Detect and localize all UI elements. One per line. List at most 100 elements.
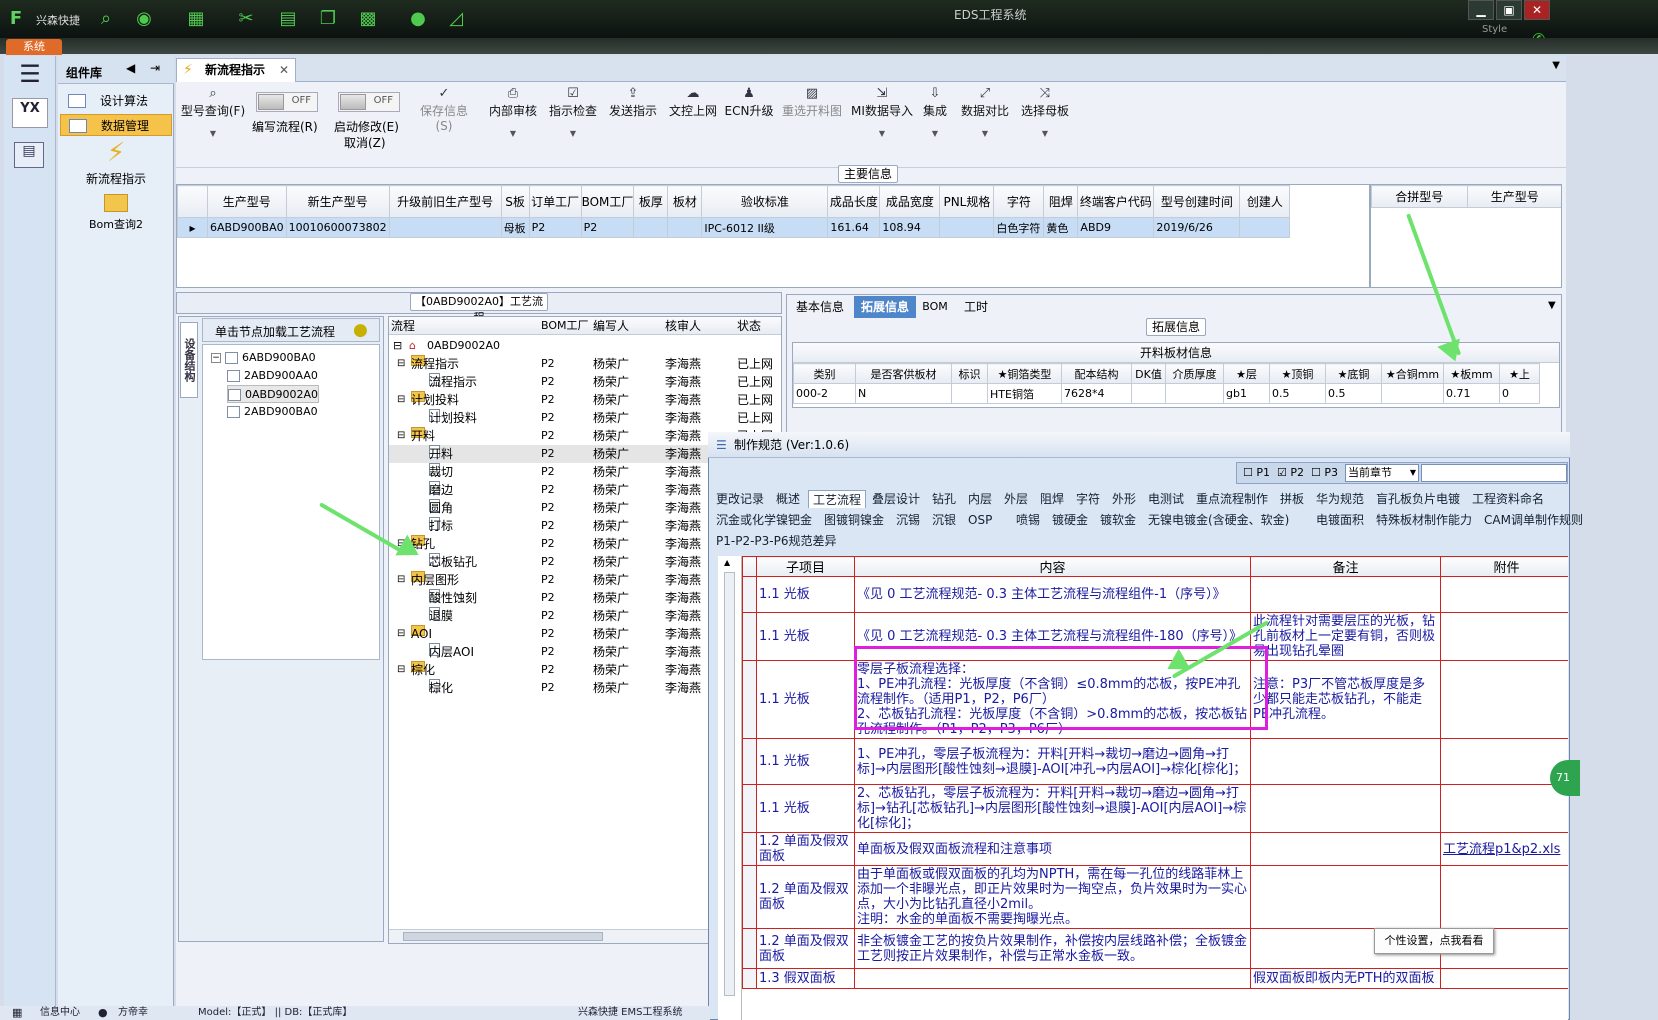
main-cell[interactable]: 黄色 — [1043, 217, 1079, 238]
send-instruction-button[interactable]: ⇪ 发送指示 — [606, 86, 660, 119]
spec-tab[interactable]: 特殊板材制作能力 — [1372, 511, 1476, 529]
pin-icon[interactable]: ⇥ — [150, 61, 160, 75]
spec-tab[interactable]: 内层 — [964, 490, 996, 508]
main-col-header[interactable]: 型号创建时间 — [1153, 185, 1241, 218]
main-cell[interactable]: P2 — [580, 217, 635, 238]
film-icon[interactable]: ▤ — [276, 6, 300, 30]
scroll-thumb[interactable] — [403, 932, 603, 941]
main-cell[interactable]: 母板 — [500, 217, 530, 238]
ext-col-header[interactable]: ★层 — [1223, 363, 1270, 384]
spec-tab[interactable]: 叠层设计 — [868, 490, 924, 508]
main-col-header[interactable]: S板 — [500, 185, 530, 218]
maximize-button[interactable]: ▣ — [1496, 0, 1522, 20]
collapse-icon[interactable]: ⊟ — [397, 661, 405, 679]
table-icon[interactable]: ▦ — [184, 6, 208, 30]
flow-row[interactable]: ⊟ 流程指示 P2 杨荣广 李海燕 已上网 — [389, 355, 781, 373]
spec-tab[interactable]: CAM调单制作规则 — [1480, 511, 1587, 529]
spec-row[interactable]: 1.1 光板 2、芯板钻孔，零层子板流程为：开料[开料→裁切→磨边→圆角→打标]→… — [742, 784, 1568, 833]
ext-col-header[interactable]: 标识 — [951, 363, 988, 384]
ext-cell[interactable]: 7628*4 — [1061, 383, 1132, 404]
tree-node-root[interactable]: − 6ABD900BA0 — [211, 349, 316, 367]
instruction-check-button[interactable]: ☑ 指示检查 ▼ — [546, 86, 600, 138]
spec-tab[interactable]: 拼板 — [1276, 490, 1308, 508]
new-flow-button[interactable]: ⚡ 新流程指示 — [58, 138, 174, 198]
collapse-icon[interactable]: − — [211, 353, 221, 363]
ext-col-header[interactable]: ★合铜mm — [1381, 363, 1444, 384]
tab-bom[interactable]: BOM — [920, 296, 950, 318]
main-col-header[interactable]: 成品宽度 — [879, 185, 941, 218]
spec-tab[interactable]: OSP — [964, 511, 996, 529]
spec-tab[interactable]: 阻焊 — [1036, 490, 1068, 508]
minimize-button[interactable]: ▁ — [1468, 0, 1494, 20]
ext-cell[interactable] — [951, 383, 988, 404]
spec-tab[interactable]: 沉锡 — [892, 511, 924, 529]
spec-row[interactable]: 1.1 光板 1、PE冲孔，零层子板流程为：开料[开料→裁切→磨边→圆角→打标]→… — [742, 738, 1568, 785]
spec-col-header[interactable]: 子项目 — [756, 556, 855, 577]
merge-col-header[interactable]: 生产型号 — [1466, 185, 1561, 208]
ext-col-header[interactable]: ★铜箔类型 — [987, 363, 1062, 384]
tree-node-selected[interactable]: 0ABD9002A0 — [227, 385, 320, 403]
doc-control-online-button[interactable]: ☁ 文控上网 — [666, 86, 720, 119]
ext-cell[interactable]: HTE铜箔 — [987, 383, 1062, 404]
spec-tab[interactable]: 华为规范 — [1312, 490, 1368, 508]
tree-node[interactable]: 2ABD900AA0 — [227, 367, 318, 385]
main-col-header[interactable]: 板材 — [667, 185, 703, 218]
main-col-header[interactable]: 成品长度 — [827, 185, 881, 218]
main-cell[interactable]: 白色字符 — [993, 217, 1045, 238]
collapse-icon[interactable]: ⊟ — [397, 571, 405, 589]
reselect-cutting-button[interactable]: ▨ 重选开料图 — [780, 86, 844, 119]
main-col-header[interactable]: PNL规格 — [939, 185, 995, 218]
scroll-up-icon[interactable]: ▲ — [724, 558, 730, 567]
spec-tab[interactable]: P1-P2-P3-P6规范差异 — [712, 532, 840, 550]
collapse-icon[interactable]: ⊟ — [397, 427, 405, 445]
spec-tab[interactable]: 工程资料命名 — [1468, 490, 1548, 508]
merge-col-header[interactable]: 合拼型号 — [1371, 185, 1468, 208]
spec-row[interactable]: 1.3 假双面板 假双面板即板内无PTH的双面板 — [742, 968, 1568, 989]
collapse-icon[interactable]: ⊟ — [397, 625, 405, 643]
main-col-header[interactable]: 板厚 — [633, 185, 669, 218]
tree-node[interactable]: 2ABD900BA0 — [227, 403, 318, 421]
main-col-header[interactable]: BOM工厂 — [580, 185, 635, 218]
spec-tab[interactable]: 沉银 — [928, 511, 960, 529]
ext-cell[interactable]: 0.5 — [1269, 383, 1326, 404]
comp-item-design-algorithm[interactable]: 设计算法 — [60, 90, 172, 112]
grid-icon[interactable]: ▩ — [356, 6, 380, 30]
main-cell[interactable]: 108.94 — [879, 217, 941, 238]
spec-tab[interactable]: 镀硬金 — [1048, 511, 1092, 529]
spec-tab[interactable]: 沉金或化学镍钯金 — [712, 511, 816, 529]
spec-tab[interactable]: 电测试 — [1144, 490, 1188, 508]
spec-tab[interactable]: 外形 — [1108, 490, 1140, 508]
chat-bubble-icon[interactable]: ● — [353, 320, 368, 340]
ext-col-header[interactable]: DK值 — [1131, 363, 1166, 384]
ext-cell[interactable]: 000-2 — [793, 383, 856, 404]
scope-select[interactable]: 当前章节 ▼ — [1345, 464, 1419, 482]
ext-cell[interactable] — [1131, 383, 1166, 404]
spec-row[interactable]: 1.2 单面及假双面板 由于单面板或假双面板的孔均为NPTH，需在每一孔位的线路菲… — [742, 865, 1568, 929]
info-center-label[interactable]: 信息中心 — [40, 1006, 80, 1020]
ext-cell[interactable]: 0.71 — [1443, 383, 1500, 404]
tab-new-flow[interactable]: ⚡ 新流程指示 ✕ — [176, 58, 296, 82]
main-cell[interactable]: P2 — [528, 217, 582, 238]
system-tab[interactable]: 系统 — [6, 39, 62, 55]
spec-tab[interactable]: 图镀铜镍金 — [820, 511, 888, 529]
spec-tab[interactable]: 重点流程制作 — [1192, 490, 1272, 508]
tab-dropdown-icon[interactable]: ▼ — [1552, 60, 1560, 71]
close-button[interactable]: ✕ — [1524, 0, 1550, 20]
tab-basic-info[interactable]: 基本信息 — [790, 296, 850, 318]
globe-icon[interactable]: ◉ — [132, 6, 156, 30]
assist-badge[interactable]: 71 — [1550, 760, 1580, 796]
main-col-header[interactable]: 阻焊 — [1043, 185, 1079, 218]
chart-icon[interactable]: ◿ — [444, 6, 468, 30]
style-label[interactable]: Style — [1482, 24, 1507, 35]
p2-checkbox[interactable]: ☑ P2 — [1277, 466, 1304, 479]
spec-tab[interactable]: 镀软金 — [1096, 511, 1140, 529]
main-cell[interactable]: 161.64 — [827, 217, 881, 238]
p1-checkbox[interactable]: ☐ P1 — [1243, 466, 1270, 479]
flow-col-header[interactable]: 核审人 — [665, 317, 701, 335]
model-query-button[interactable]: ⌕ 型号查询(F) ▼ — [180, 86, 246, 138]
ext-cell[interactable]: 0.5 — [1325, 383, 1382, 404]
collapse-icon[interactable]: ⊟ — [397, 391, 405, 409]
scroll-thumb[interactable] — [724, 572, 735, 996]
ext-col-header[interactable]: 介质厚度 — [1165, 363, 1224, 384]
main-col-header[interactable]: 字符 — [993, 185, 1045, 218]
